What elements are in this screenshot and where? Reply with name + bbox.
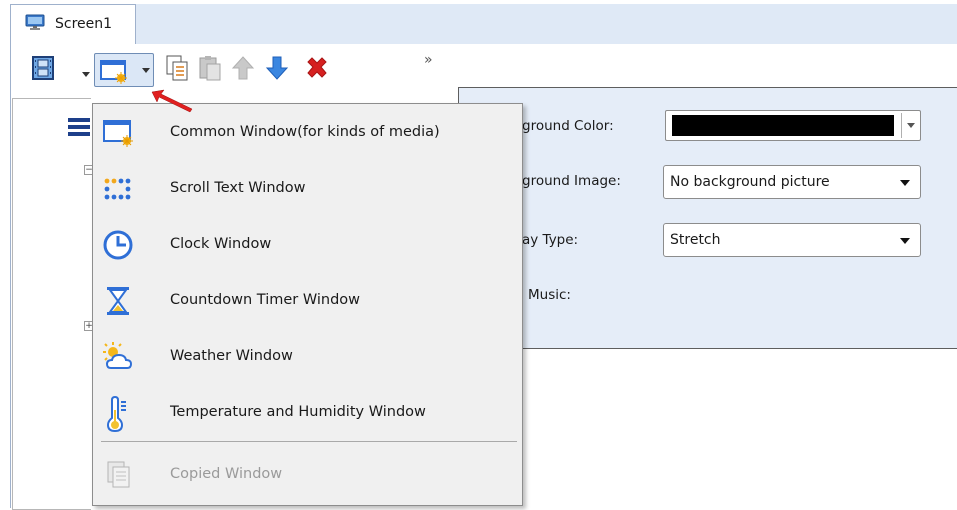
film-strip-icon (30, 55, 56, 85)
new-window-button[interactable] (94, 53, 154, 87)
clock-icon (101, 228, 135, 262)
menu-separator (101, 441, 517, 442)
thermometer-icon (101, 395, 135, 433)
background-color-swatch[interactable] (672, 115, 894, 136)
paste-button[interactable] (195, 45, 225, 95)
menu-item-label: Temperature and Humidity Window (170, 404, 426, 420)
background-image-label: ground Image: (522, 173, 621, 189)
toolbar (10, 45, 490, 95)
new-window-menu: Common Window(for kinds of media) Scroll… (92, 103, 523, 506)
display-type-select[interactable]: Stretch (663, 223, 921, 257)
tree-panel (12, 98, 91, 510)
tree-root-icon[interactable] (68, 115, 90, 137)
menu-item-label: Weather Window (170, 348, 293, 364)
weather-icon (101, 340, 135, 374)
tab-label: Screen1 (55, 16, 113, 32)
menu-item-weather-window[interactable]: Weather Window (93, 330, 522, 384)
move-up-icon (230, 54, 256, 86)
background-color-label: ground Color: (522, 118, 614, 134)
pointer-arrow-icon (150, 88, 196, 114)
music-label: Music: (528, 287, 571, 303)
tab-strip (10, 4, 957, 45)
chevron-down-icon (900, 180, 910, 186)
menu-item-label: Copied Window (170, 466, 283, 482)
paste-icon (197, 54, 223, 86)
menu-item-countdown-timer-window[interactable]: Countdown Timer Window (93, 274, 522, 328)
delete-button[interactable] (302, 45, 332, 95)
menu-item-label: Countdown Timer Window (170, 292, 361, 308)
copy-icon (164, 54, 190, 86)
menu-item-common-window[interactable]: Common Window(for kinds of media) (93, 106, 522, 160)
delete-icon (303, 54, 331, 86)
toolbar-overflow-chevron[interactable]: » (424, 52, 432, 68)
move-down-icon (264, 54, 290, 86)
chevron-down-icon (900, 238, 910, 244)
menu-item-label: Clock Window (170, 236, 272, 252)
background-image-select[interactable]: No background picture (663, 165, 921, 199)
new-window-dropdown-arrow (142, 68, 150, 73)
film-strip-button[interactable] (28, 45, 58, 95)
common-window-icon (101, 116, 135, 150)
display-type-value: Stretch (670, 232, 721, 248)
tab-screen1[interactable]: Screen1 (10, 4, 136, 44)
display-type-label: ay Type: (522, 232, 579, 248)
hourglass-icon (101, 284, 135, 318)
background-image-value: No background picture (670, 174, 830, 190)
menu-item-scroll-text-window[interactable]: Scroll Text Window (93, 162, 522, 216)
menu-item-temperature-humidity-window[interactable]: Temperature and Humidity Window (93, 386, 522, 440)
film-strip-dropdown-arrow[interactable] (82, 72, 90, 77)
menu-item-copied-window[interactable]: Copied Window (93, 448, 522, 502)
move-up-button[interactable] (228, 45, 258, 95)
menu-item-label: Common Window(for kinds of media) (170, 124, 440, 140)
monitor-icon (25, 14, 45, 30)
copied-window-icon (101, 458, 135, 492)
color-picker-dropdown-button[interactable] (901, 113, 919, 138)
new-window-icon (99, 58, 129, 88)
move-down-button[interactable] (262, 45, 292, 95)
menu-item-clock-window[interactable]: Clock Window (93, 218, 522, 272)
scroll-text-icon (101, 172, 135, 206)
menu-item-label: Scroll Text Window (170, 180, 306, 196)
